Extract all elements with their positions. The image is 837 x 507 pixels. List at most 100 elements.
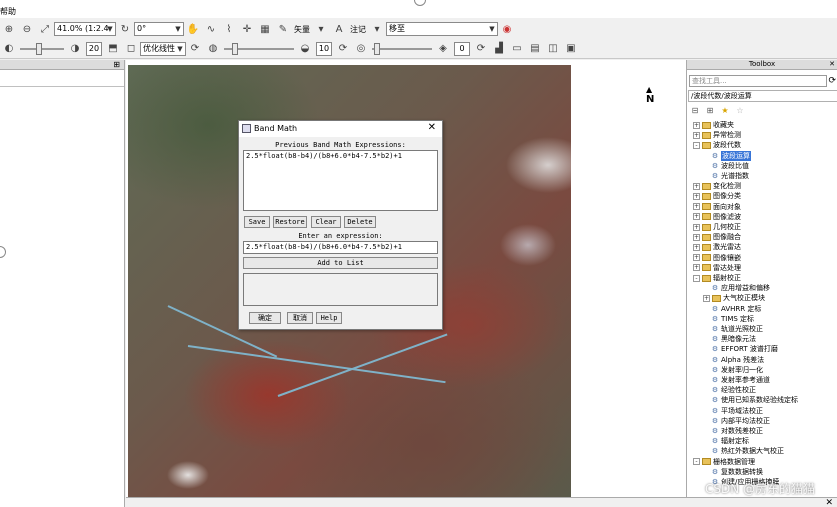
grid-icon[interactable]: ▦ [258, 22, 272, 36]
remove-favorite-icon[interactable]: ☆ [734, 106, 746, 116]
collapse-all-icon[interactable]: ⊟ [689, 106, 701, 116]
toolbox-search-input[interactable]: 查找工具... [689, 75, 827, 87]
add-favorite-icon[interactable]: ★ [719, 106, 731, 116]
tree-item[interactable]: + 几何校正 [693, 222, 741, 232]
expand-icon[interactable]: + [693, 192, 700, 200]
menu-help[interactable]: 帮助 [0, 6, 16, 17]
tree-item[interactable]: ⚙ 辐射定标 [711, 436, 749, 446]
vector-menu[interactable]: 矢量 [294, 24, 310, 35]
tree-item[interactable]: ⚙ 轨道光照校正 [711, 324, 763, 334]
tree-item[interactable]: ⚙ TIMS 定标 [711, 314, 754, 324]
expand-icon[interactable]: + [693, 203, 700, 211]
collapse-icon[interactable]: - [693, 141, 700, 149]
stretch-combo[interactable]: 优化线性 ▼ [140, 41, 186, 56]
tree-item[interactable]: ⚙ 波段比值 [711, 161, 749, 171]
tree-item[interactable]: ⚙ 发射率归一化 [711, 365, 763, 375]
tree-item[interactable]: ⚙ 经验性校正 [711, 385, 756, 395]
tree-item[interactable]: ⚙ EFFORT 波谱打磨 [711, 344, 778, 354]
zoom-combo[interactable]: 41.0% (1:2.4. ▼ [54, 22, 116, 36]
tree-item[interactable]: + 收藏夹 [693, 120, 734, 130]
add-to-list-button[interactable]: Add to List [243, 257, 438, 269]
close-icon[interactable]: ✕ [829, 60, 835, 69]
delete-button[interactable]: Delete [344, 216, 376, 228]
collapse-icon[interactable]: - [693, 274, 700, 282]
expand-icon[interactable]: + [703, 294, 710, 302]
expand-icon[interactable]: + [693, 264, 700, 272]
tree-item[interactable]: + 异常检测 [693, 130, 741, 140]
tree-item[interactable]: - 辐射校正 [693, 273, 741, 283]
close-icon[interactable]: ✕ [428, 122, 436, 133]
transparency-spin[interactable]: 0 [454, 41, 470, 56]
dialog-titlebar[interactable]: Band Math ✕ [239, 121, 442, 137]
tree-item[interactable]: + 图像分类 [693, 191, 741, 201]
tree-item[interactable]: + 雷达处理 [693, 263, 741, 273]
previous-expression-item[interactable]: 2.5*float(b8-b4)/(b8+6.0*b4-7.5*b2)+1 [246, 152, 435, 160]
tree-item[interactable]: ⚙ 波段运算 [711, 150, 751, 161]
expand-icon[interactable]: + [693, 254, 700, 262]
previous-expressions-list[interactable]: 2.5*float(b8-b4)/(b8+6.0*b4-7.5*b2)+1 [243, 150, 438, 211]
expand-icon[interactable]: + [693, 243, 700, 251]
tree-item[interactable]: + 变化检测 [693, 181, 741, 191]
zoom-in-icon[interactable]: ⊕ [2, 22, 16, 36]
tree-item[interactable]: + 激光雷达 [693, 242, 741, 252]
tree-item[interactable]: ⚙ 使用已知系数经验线定标 [711, 395, 798, 405]
refresh-icon[interactable]: ⟳ [188, 42, 202, 56]
tree-item[interactable]: + 图像滤波 [693, 212, 741, 222]
refresh-icon[interactable]: ⟳ [474, 42, 488, 56]
display-icon[interactable]: ▭ [510, 42, 524, 56]
tree-item[interactable]: ⚙ 内部平均法校正 [711, 416, 770, 426]
layout-icon[interactable]: ▤ [528, 42, 542, 56]
refresh-icon[interactable]: ⟳ [828, 76, 836, 86]
refresh-icon[interactable]: ⟳ [336, 42, 350, 56]
cancel-button[interactable]: 取消 [287, 312, 313, 324]
tree-item[interactable]: ⚙ 热红外数据大气校正 [711, 446, 784, 456]
zoom-out-icon[interactable]: ⊖ [20, 22, 34, 36]
stop-icon[interactable]: ◉ [500, 22, 514, 36]
tree-item[interactable]: ⚙ 光谱指数 [711, 171, 749, 181]
pan-icon[interactable]: ✋ [186, 22, 200, 36]
help-button[interactable]: Help [316, 312, 342, 324]
pin-icon[interactable]: ⊞ [113, 60, 120, 69]
full-extent-icon[interactable]: ▣ [564, 42, 578, 56]
clear-button[interactable]: Clear [311, 216, 341, 228]
expand-all-icon[interactable]: ⊞ [704, 106, 716, 116]
brightness-spin[interactable]: 20 [86, 41, 102, 56]
split-view-icon[interactable]: ◫ [546, 42, 560, 56]
profile-icon[interactable]: ⌇ [222, 22, 236, 36]
expression-input[interactable]: 2.5*float(b8-b4)/(b8+6.0*b4-7.5*b2)+1 [243, 241, 438, 254]
chart-icon[interactable]: ▟ [492, 42, 506, 56]
tree-item[interactable]: ⚙ 发射率参考通道 [711, 375, 770, 385]
expand-icon[interactable]: + [693, 121, 700, 129]
transparency-slider[interactable] [372, 42, 432, 56]
zoom-fit-icon[interactable]: ⤢ [38, 22, 52, 36]
tree-item[interactable]: + 图像融合 [693, 232, 741, 242]
tree-item[interactable]: + 大气校正模块 [703, 293, 765, 303]
tree-item[interactable]: + 图像镶嵌 [693, 253, 741, 263]
sharpen-spin[interactable]: 10 [316, 41, 332, 56]
slider-thumb[interactable] [232, 42, 238, 55]
tree-item[interactable]: ⚙ 平场域法校正 [711, 406, 763, 416]
rotate-icon[interactable]: ↻ [118, 22, 132, 36]
ok-button[interactable]: 确定 [249, 312, 281, 324]
annotation-menu[interactable]: 注记 [350, 24, 366, 35]
stretch-icon[interactable]: ⬒ [106, 42, 120, 56]
expand-icon[interactable]: + [693, 182, 700, 190]
slider-thumb[interactable] [374, 42, 380, 55]
slider-thumb[interactable] [36, 42, 42, 55]
expand-icon[interactable]: + [693, 131, 700, 139]
tree-item[interactable]: ⚙ 黑暗像元法 [711, 334, 756, 344]
tree-item[interactable]: ⚙ AVHRR 定标 [711, 304, 762, 314]
expand-icon[interactable]: + [693, 213, 700, 221]
tree-item[interactable]: + 面向对象 [693, 202, 741, 212]
save-button[interactable]: Save [244, 216, 270, 228]
sharpen-slider[interactable] [224, 42, 294, 56]
tree-item[interactable]: ⚙ 复数数据转换 [711, 467, 763, 477]
collapse-icon[interactable]: - [693, 458, 700, 466]
rotation-combo[interactable]: 0° ▼ [134, 22, 184, 36]
zoom-box-icon[interactable]: ◻ [124, 42, 138, 56]
mode-combo[interactable]: 移至 ▼ [386, 22, 498, 36]
expand-icon[interactable]: + [693, 233, 700, 241]
brightness-slider[interactable] [20, 42, 64, 56]
layer-list[interactable] [0, 86, 124, 496]
restore-button[interactable]: Restore [273, 216, 307, 228]
